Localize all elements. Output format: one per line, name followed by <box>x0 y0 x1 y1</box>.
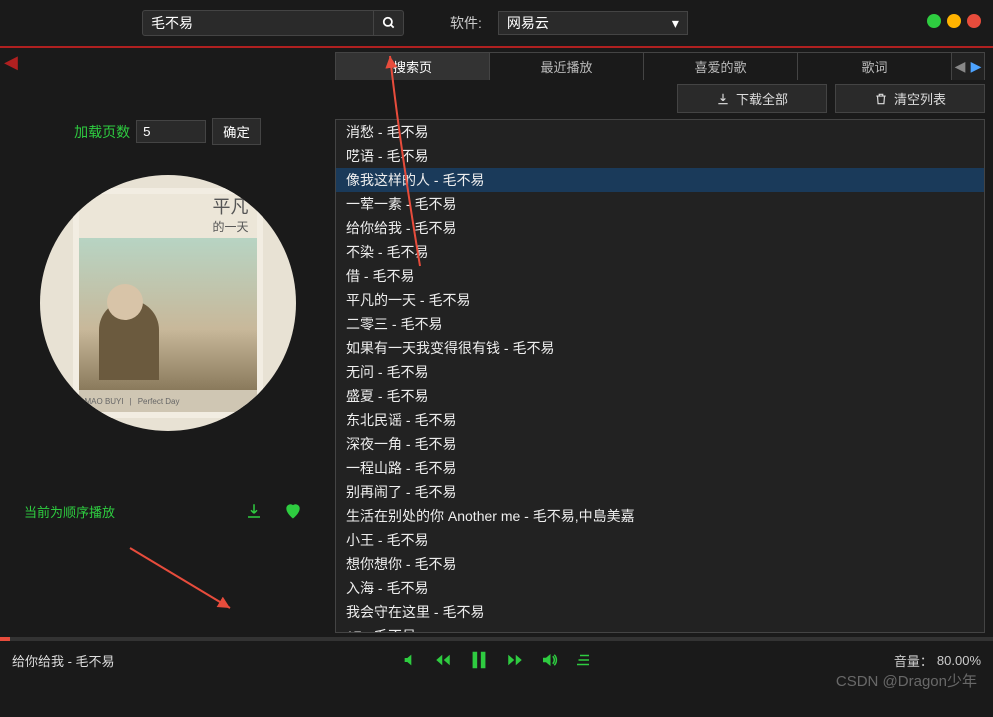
volume-button[interactable] <box>540 651 558 669</box>
next-icon <box>506 651 524 669</box>
album-title: 平凡 的一天 <box>212 198 248 234</box>
volume-icon <box>402 652 418 668</box>
source-select[interactable]: 网易云 ▾ <box>498 11 688 35</box>
playback-controls <box>402 649 592 671</box>
song-item[interactable]: 生活在别处的你 Another me - 毛不易,中島美嘉 <box>336 504 984 528</box>
tab-prev[interactable]: ◀ <box>952 53 968 80</box>
heart-icon <box>283 501 303 521</box>
song-item[interactable]: 别再闹了 - 毛不易 <box>336 480 984 504</box>
tab-lyrics[interactable]: 歌词 <box>798 53 952 80</box>
maximize-button[interactable] <box>947 14 961 28</box>
play-pause-button[interactable] <box>468 649 490 671</box>
song-item[interactable]: 17 - 毛不易 <box>336 624 984 633</box>
status-row: 当前为顺序播放 <box>12 501 323 521</box>
search-button[interactable] <box>373 10 403 36</box>
source-value: 网易云 <box>507 13 549 33</box>
song-item[interactable]: 入海 - 毛不易 <box>336 576 984 600</box>
download-all-button[interactable]: 下载全部 <box>677 84 827 113</box>
download-button[interactable] <box>245 502 263 520</box>
action-bar: 下载全部 清空列表 <box>335 80 985 119</box>
list-icon <box>574 651 592 669</box>
collapse-icon[interactable]: ▶ <box>4 52 18 73</box>
search-input[interactable] <box>143 15 373 31</box>
favorite-button[interactable] <box>283 501 303 521</box>
song-item[interactable]: 借 - 毛不易 <box>336 264 984 288</box>
left-panel: ▶ 加载页数 确定 平凡 的一天 MAO BUYI <box>0 48 335 637</box>
song-item[interactable]: 二零三 - 毛不易 <box>336 312 984 336</box>
song-list[interactable]: 消愁 - 毛不易呓语 - 毛不易像我这样的人 - 毛不易一荤一素 - 毛不易给你… <box>335 119 985 633</box>
tab-search[interactable]: 搜索页 <box>336 53 490 80</box>
mute-button[interactable] <box>402 652 418 668</box>
tab-next[interactable]: ▶ <box>968 53 984 80</box>
song-item[interactable]: 深夜一角 - 毛不易 <box>336 432 984 456</box>
tab-recent[interactable]: 最近播放 <box>490 53 644 80</box>
song-item[interactable]: 一荤一素 - 毛不易 <box>336 192 984 216</box>
album-sub: Perfect Day <box>138 397 180 406</box>
song-item[interactable]: 给你给我 - 毛不易 <box>336 216 984 240</box>
prev-button[interactable] <box>434 651 452 669</box>
page-input[interactable] <box>136 120 206 143</box>
song-item[interactable]: 如果有一天我变得很有钱 - 毛不易 <box>336 336 984 360</box>
main: ▶ 加载页数 确定 平凡 的一天 MAO BUYI <box>0 48 993 637</box>
song-item[interactable]: 一程山路 - 毛不易 <box>336 456 984 480</box>
song-item[interactable]: 盛夏 - 毛不易 <box>336 384 984 408</box>
song-item[interactable]: 平凡的一天 - 毛不易 <box>336 288 984 312</box>
song-item[interactable]: 小王 - 毛不易 <box>336 528 984 552</box>
volume-display: 音量： 80.00% <box>894 651 981 670</box>
song-item[interactable]: 像我这样的人 - 毛不易 <box>336 168 984 192</box>
song-item[interactable]: 想你想你 - 毛不易 <box>336 552 984 576</box>
download-icon <box>245 502 263 520</box>
now-playing: 给你给我 - 毛不易 <box>12 651 115 670</box>
window-controls <box>927 14 981 28</box>
pause-icon <box>468 649 490 671</box>
annotation-arrow-1 <box>120 538 250 628</box>
play-mode-status: 当前为顺序播放 <box>24 502 225 521</box>
tab-favorites[interactable]: 喜爱的歌 <box>644 53 798 80</box>
song-item[interactable]: 呓语 - 毛不易 <box>336 144 984 168</box>
search-box <box>142 10 404 36</box>
song-item[interactable]: 消愁 - 毛不易 <box>336 120 984 144</box>
right-panel: 搜索页 最近播放 喜爱的歌 歌词 ◀ ▶ 下载全部 清空列表 消愁 - 毛不易呓… <box>335 48 993 637</box>
clear-list-button[interactable]: 清空列表 <box>835 84 985 113</box>
header: 软件: 网易云 ▾ <box>0 0 993 48</box>
playlist-button[interactable] <box>574 651 592 669</box>
source-label: 软件: <box>450 13 482 33</box>
download-icon <box>716 92 730 106</box>
album-art: 平凡 的一天 MAO BUYI | Perfect Day <box>40 175 296 431</box>
volume-label: 音量： <box>894 651 933 670</box>
prev-icon <box>434 651 452 669</box>
tabs: 搜索页 最近播放 喜爱的歌 歌词 ◀ ▶ <box>335 52 985 80</box>
confirm-button[interactable]: 确定 <box>212 118 261 145</box>
close-button[interactable] <box>967 14 981 28</box>
song-item[interactable]: 东北民谣 - 毛不易 <box>336 408 984 432</box>
volume-value: 80.00% <box>937 653 981 668</box>
footer: 给你给我 - 毛不易 音量： 80.00% <box>0 641 993 679</box>
next-button[interactable] <box>506 651 524 669</box>
song-item[interactable]: 不染 - 毛不易 <box>336 240 984 264</box>
album-cover: 平凡 的一天 MAO BUYI | Perfect Day <box>73 188 263 418</box>
chevron-down-icon: ▾ <box>672 15 679 32</box>
page-control: 加载页数 确定 <box>74 118 261 145</box>
song-item[interactable]: 我会守在这里 - 毛不易 <box>336 600 984 624</box>
song-item[interactable]: 无问 - 毛不易 <box>336 360 984 384</box>
search-icon <box>382 16 396 30</box>
album-artist-en: MAO BUYI <box>85 397 124 406</box>
minimize-button[interactable] <box>927 14 941 28</box>
speaker-icon <box>540 651 558 669</box>
trash-icon <box>874 92 888 106</box>
page-label: 加载页数 <box>74 122 130 142</box>
